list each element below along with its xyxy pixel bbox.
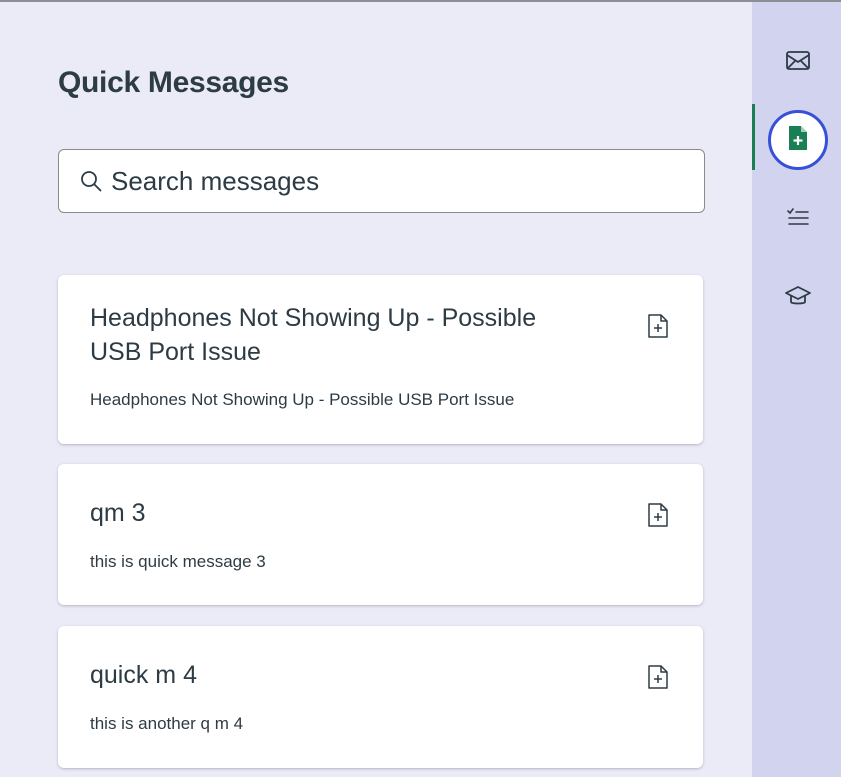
rail-item-inbox[interactable] xyxy=(774,38,822,86)
message-card[interactable]: Headphones Not Showing Up - Possible USB… xyxy=(58,275,703,444)
message-description: this is another q m 4 xyxy=(90,714,244,733)
message-title: quick m 4 xyxy=(90,661,197,689)
active-indicator xyxy=(752,104,755,170)
rail-item-quick-messages[interactable] xyxy=(768,110,828,170)
message-card[interactable]: qm 3 this is quick message 3 xyxy=(58,464,703,605)
graduation-cap-icon xyxy=(785,285,811,312)
message-card[interactable]: quick m 4 this is another q m 4 xyxy=(58,626,703,768)
message-title: Headphones Not Showing Up - Possible USB… xyxy=(90,304,537,366)
page-title: Quick Messages xyxy=(58,66,289,99)
message-title: qm 3 xyxy=(90,499,146,527)
insert-message-icon[interactable] xyxy=(645,311,671,341)
search-field[interactable] xyxy=(58,149,705,213)
rail-item-courses[interactable] xyxy=(774,274,822,322)
message-description: Headphones Not Showing Up - Possible USB… xyxy=(90,390,515,409)
insert-message-icon[interactable] xyxy=(645,500,671,530)
search-icon xyxy=(77,167,105,195)
insert-message-icon[interactable] xyxy=(645,662,671,692)
rail-item-checklist[interactable] xyxy=(774,196,822,244)
quick-message-icon xyxy=(786,124,810,157)
search-input[interactable] xyxy=(111,165,671,197)
inbox-icon xyxy=(785,48,811,77)
message-description: this is quick message 3 xyxy=(90,552,266,571)
checklist-icon xyxy=(786,207,810,234)
